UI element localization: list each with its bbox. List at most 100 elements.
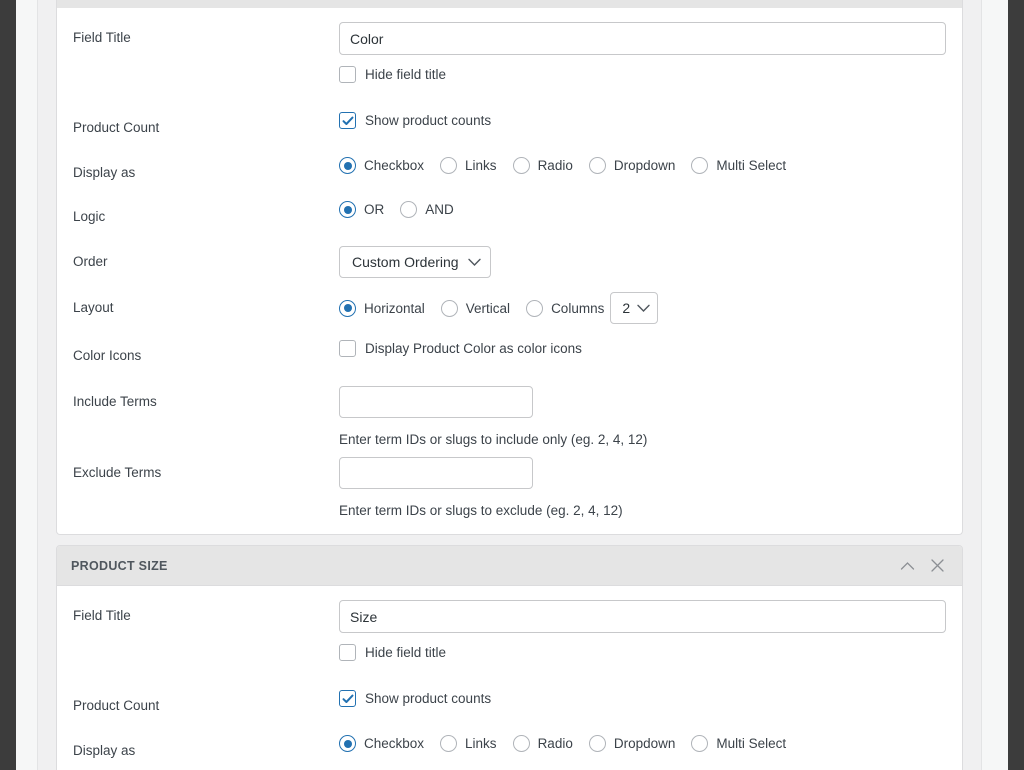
radio-display-as-checkbox[interactable]: Checkbox [339,735,424,752]
checkbox-box-icon [339,690,356,707]
field-title-control [339,22,946,55]
row-display-as: Display as Checkbox Links Radio Dropdown… [57,735,962,769]
hide-field-title-control: Hide field title [339,644,946,661]
checkbox-box-icon [339,644,356,661]
radio-display-as-dropdown[interactable]: Dropdown [588,735,675,752]
radio-label: Radio [537,736,573,751]
radio-display-as-links[interactable]: Links [440,735,497,752]
radio-display-as-links[interactable]: Links [440,157,497,174]
order-control: Custom Ordering [339,246,946,278]
radio-circle-icon [440,735,458,752]
radio-display-as-multi-select[interactable]: Multi Select [691,157,786,174]
close-icon[interactable] [922,551,952,581]
panel-product-size-header[interactable]: PRODUCT SIZE [57,546,962,586]
radio-label: Dropdown [613,158,676,173]
radio-display-as-radio[interactable]: Radio [512,157,573,174]
radio-circle-icon [691,157,709,174]
radio-circle-icon [440,299,458,317]
exclude-terms-input[interactable] [339,457,533,489]
radio-label: Multi Select [716,736,787,751]
gutter-divider-right [981,0,982,770]
include-terms-control: Enter term IDs or slugs to include only … [339,386,946,447]
row-layout: Layout Horizontal Vertical Columns 2 [57,292,962,326]
product-count-control: Show product counts [339,112,946,129]
radio-layout-vertical[interactable]: Vertical [440,299,511,317]
label-include-terms: Include Terms [73,394,157,409]
panel-product-size-title: PRODUCT SIZE [71,558,168,573]
panel-product-color: Field Title Hide field title [56,8,963,535]
label-display-as: Display as [73,165,136,180]
radio-label: Radio [537,158,573,173]
radio-circle-icon [691,735,709,752]
label-hide-field-title-spacer [73,66,339,73]
radio-circle-icon [512,157,530,174]
radio-logic-and[interactable]: AND [400,201,454,218]
row-include-terms: Include Terms Enter term IDs or slugs to… [57,386,962,447]
label-product-count: Product Count [73,120,160,135]
show-product-counts-checkbox[interactable]: Show product counts [339,690,491,707]
field-title-input[interactable] [339,600,946,633]
layout-radio-group: Horizontal Vertical Columns 2 [339,292,946,324]
row-product-count: Product Count Show product counts [57,690,962,724]
radio-layout-columns[interactable]: Columns [526,299,604,317]
radio-label: Checkbox [364,158,425,173]
label-field-title: Field Title [73,30,131,45]
radio-label: Multi Select [716,158,787,173]
row-order: Order Custom Ordering [57,246,962,280]
radio-logic-or[interactable]: OR [339,201,384,218]
page-gutter-left [16,0,37,770]
hide-field-title-label: Hide field title [365,67,447,82]
radio-circle-icon [512,735,530,752]
radio-label: Horizontal [364,300,425,316]
columns-count-value: 2 [622,300,631,316]
label-display-as: Display as [73,743,136,758]
radio-label: Links [465,158,497,173]
previous-panel-header-sliver [56,0,963,8]
checkbox-box-icon [339,66,356,83]
hide-field-title-label: Hide field title [365,645,447,660]
radio-label: Checkbox [364,736,425,751]
label-field-title: Field Title [73,608,131,623]
show-product-counts-label: Show product counts [365,691,492,706]
columns-count-select[interactable]: 2 [610,292,659,324]
radio-label: Links [465,736,497,751]
chevron-up-icon[interactable] [892,551,922,581]
include-terms-input[interactable] [339,386,533,418]
display-as-radio-group: Checkbox Links Radio Dropdown Multi Sele… [339,735,946,752]
radio-label: Vertical [465,300,511,316]
radio-display-as-multi-select[interactable]: Multi Select [691,735,786,752]
check-icon [342,694,353,703]
radio-layout-horizontal[interactable]: Horizontal [339,299,425,317]
row-field-title: Field Title [57,600,962,634]
field-title-control [339,600,946,633]
label-hide-field-title-spacer [73,644,339,651]
row-hide-field-title: Hide field title [57,66,962,100]
settings-content-column: Field Title Hide field title [38,0,981,770]
show-product-counts-checkbox[interactable]: Show product counts [339,112,491,129]
radio-display-as-checkbox[interactable]: Checkbox [339,157,424,174]
logic-radio-group: OR AND [339,201,946,218]
row-exclude-terms: Exclude Terms Enter term IDs or slugs to… [57,457,962,518]
row-hide-field-title: Hide field title [57,644,962,678]
hide-field-title-checkbox[interactable]: Hide field title [339,644,446,661]
exclude-terms-control: Enter term IDs or slugs to exclude (eg. … [339,457,946,518]
order-select[interactable]: Custom Ordering [339,246,491,278]
label-color-icons: Color Icons [73,348,142,363]
display-color-icons-checkbox[interactable]: Display Product Color as color icons [339,340,582,357]
hide-field-title-checkbox[interactable]: Hide field title [339,66,446,83]
radio-circle-icon [339,299,356,317]
panel-product-size: PRODUCT SIZE Field Title Size Hide field… [56,545,963,770]
radio-display-as-radio[interactable]: Radio [512,735,573,752]
browser-scroll-rail-right[interactable] [1008,0,1024,770]
product-count-control: Show product counts [339,690,946,707]
radio-circle-icon [440,157,458,174]
exclude-terms-help: Enter term IDs or slugs to exclude (eg. … [339,503,623,518]
show-product-counts-label: Show product counts [365,113,492,128]
radio-display-as-dropdown[interactable]: Dropdown [588,157,676,174]
field-title-input[interactable] [339,22,946,55]
chevron-down-icon [637,304,650,313]
check-icon [342,116,353,125]
panel-product-size-body: Field Title Hide field title [57,586,962,770]
radio-label: AND [425,202,454,217]
display-color-icons-label: Display Product Color as color icons [365,341,582,356]
